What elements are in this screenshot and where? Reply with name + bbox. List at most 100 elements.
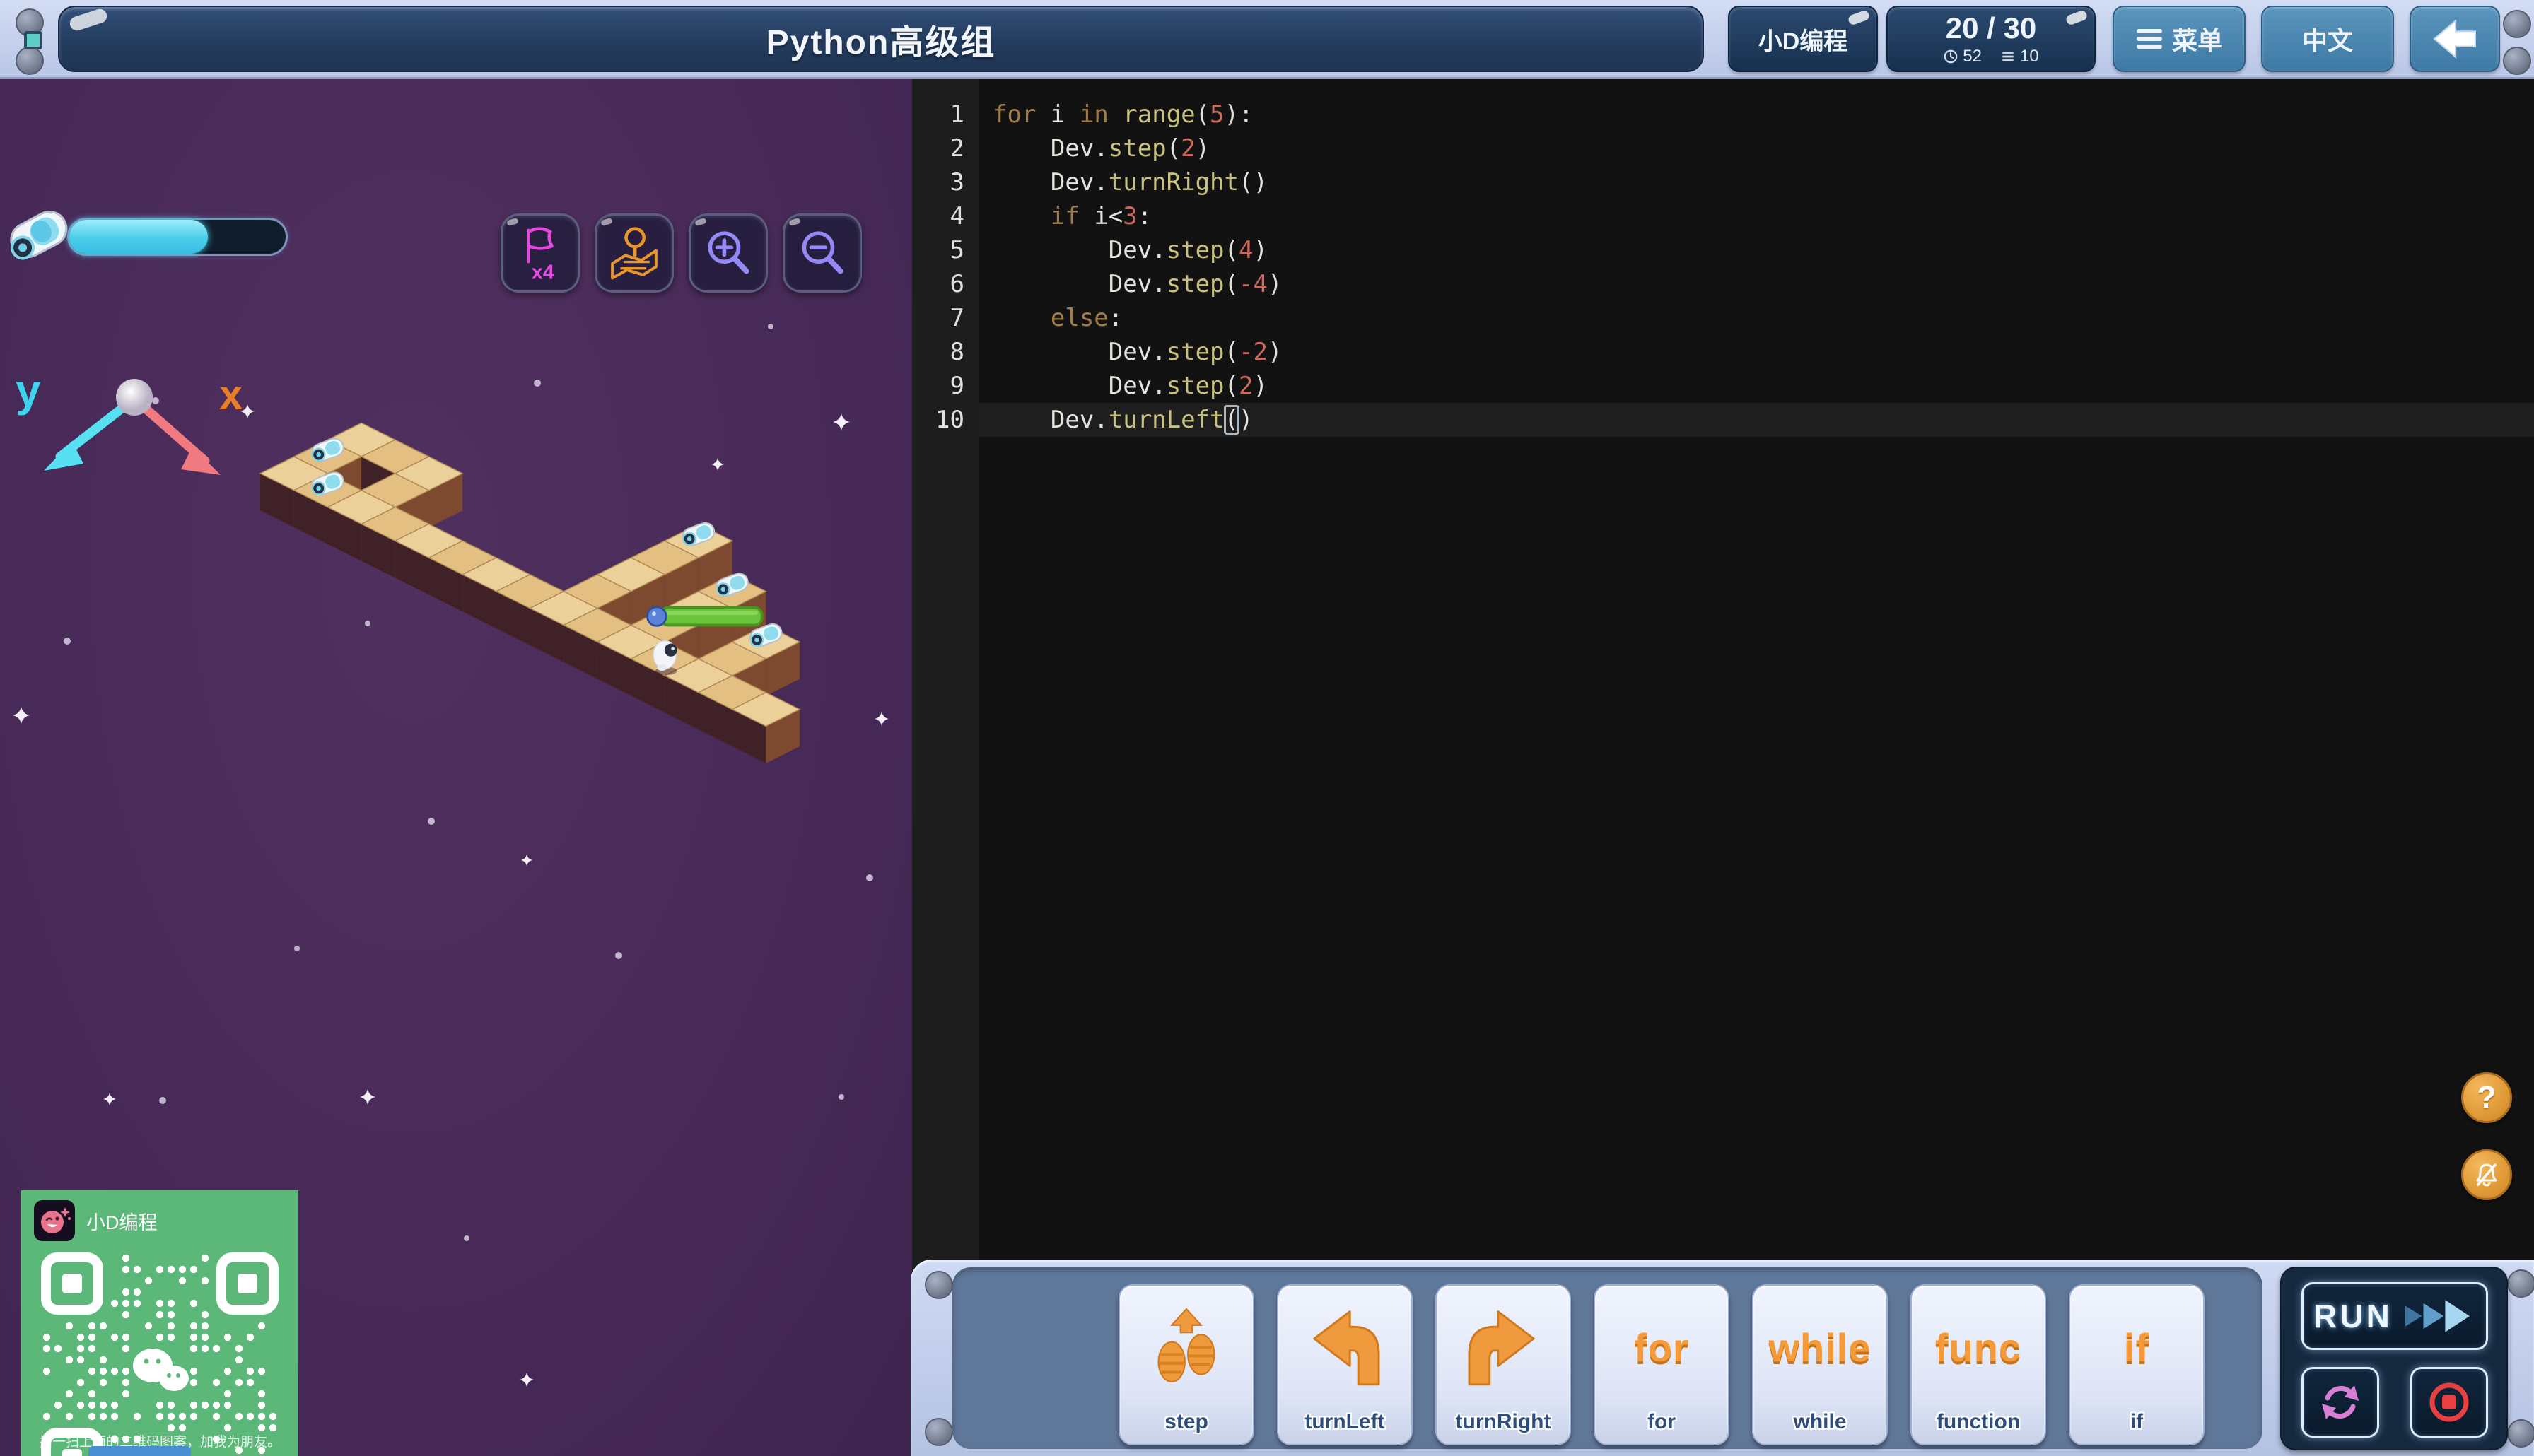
- run-button[interactable]: RUN: [2301, 1282, 2488, 1350]
- run-label: RUN: [2313, 1298, 2393, 1334]
- block-label: while: [1793, 1410, 1847, 1433]
- keyword-icon: if: [2124, 1291, 2149, 1403]
- code-line[interactable]: else:: [979, 301, 2534, 335]
- player-avatar-icon: [10, 211, 68, 260]
- speed-flag-icon: x4: [527, 227, 554, 282]
- turn-right-icon: [1468, 1310, 1535, 1386]
- code-line[interactable]: Dev.step(-2): [979, 335, 2534, 369]
- app-logo-icon: [34, 1200, 75, 1241]
- language-button[interactable]: 中文: [2261, 6, 2394, 72]
- code-line[interactable]: Dev.step(2): [979, 131, 2534, 165]
- stop-button[interactable]: [2410, 1367, 2488, 1438]
- blocks-row: step turnLeft turnRight for for while while f…: [1119, 1284, 2205, 1445]
- reset-button[interactable]: [2301, 1367, 2379, 1438]
- step-icon: [1157, 1308, 1215, 1382]
- star-decoration: [360, 1089, 375, 1105]
- y-axis-label: y: [16, 365, 41, 416]
- line-number: 2: [950, 134, 964, 163]
- code-line[interactable]: Dev.turnRight(): [979, 165, 2534, 199]
- turn-right-wrap: [1461, 1291, 1546, 1403]
- glint-decoration: [1847, 9, 1871, 26]
- fast-forward-icon: [2405, 1300, 2470, 1332]
- line-number: 9: [950, 372, 964, 400]
- map-pin-icon: [611, 227, 658, 280]
- score-button[interactable]: 20 / 30 52 10: [1886, 6, 2096, 72]
- star-decoration: [103, 1093, 116, 1105]
- back-button[interactable]: [2410, 6, 2500, 72]
- star-decoration: [521, 855, 532, 866]
- line-number: 3: [950, 168, 964, 196]
- code-line[interactable]: Dev.turnLeft(): [979, 403, 2534, 437]
- back-arrow-icon: [2433, 18, 2476, 59]
- block-tray: step turnLeft turnRight for for while while f…: [952, 1267, 2316, 1449]
- block-label: function: [1936, 1410, 2021, 1433]
- screw-icon: [16, 47, 44, 75]
- star-decoration: [866, 874, 873, 881]
- brand-button[interactable]: 小D编程: [1728, 6, 1878, 72]
- block-label: if: [2130, 1410, 2144, 1433]
- screw-icon: [2503, 47, 2531, 75]
- hint-mute-button[interactable]: [2461, 1149, 2512, 1200]
- block-turnRight[interactable]: turnRight: [1435, 1284, 1571, 1445]
- code-editor[interactable]: 1 2 3 4 5 6 7 8 9 10 for i in range(5): Dev.step(…: [912, 79, 2534, 1456]
- block-label: turnRight: [1455, 1410, 1551, 1433]
- indicator-chip: [24, 31, 42, 49]
- block-step[interactable]: step: [1119, 1284, 1254, 1445]
- score-value: 20 / 30: [1945, 11, 2037, 45]
- qr-code: [41, 1252, 279, 1456]
- block-function[interactable]: func function: [1910, 1284, 2046, 1445]
- code-area[interactable]: for i in range(5): Dev.step(2) Dev.turnR…: [979, 79, 2534, 1456]
- hamburger-icon: [2136, 29, 2162, 49]
- qr-app-name: 小D编程: [86, 1211, 158, 1233]
- code-line[interactable]: Dev.step(-4): [979, 267, 2534, 301]
- keyword-icon: func: [1935, 1291, 2021, 1403]
- speed-x4-button[interactable]: x4: [501, 213, 580, 293]
- game-scene-panel: x4 y x 小D编程 扫一扫上面的二维码图案，加我为朋友。: [0, 79, 912, 1456]
- line-number: 6: [950, 270, 964, 298]
- star-decoration: [534, 380, 541, 387]
- bell-slash-icon: [2476, 1163, 2497, 1187]
- question-mark: ?: [2477, 1080, 2497, 1115]
- line-number: 10: [935, 406, 964, 434]
- turn-left-wrap: [1302, 1291, 1387, 1403]
- zoom-in-button[interactable]: [689, 213, 768, 293]
- stop-icon: [2429, 1382, 2469, 1422]
- glint-decoration: [68, 7, 109, 33]
- clock-icon: [1944, 49, 1958, 64]
- code-line[interactable]: for i in range(5):: [979, 98, 2534, 131]
- brand-label: 小D编程: [1758, 28, 1848, 55]
- star-decoration: [615, 952, 622, 959]
- level-progress-bar: [67, 218, 288, 256]
- bottom-hint-bar[interactable]: [88, 1446, 191, 1456]
- minimap-button[interactable]: [595, 213, 674, 293]
- code-line[interactable]: Dev.step(2): [979, 369, 2534, 403]
- turn-left-icon: [1313, 1310, 1380, 1386]
- help-button[interactable]: ?: [2461, 1072, 2512, 1123]
- star-decoration: [839, 1094, 844, 1100]
- block-word: func: [1934, 1325, 2022, 1370]
- isometric-board[interactable]: [233, 411, 813, 779]
- time-stat: 52: [1943, 47, 1982, 66]
- code-line[interactable]: if i<3:: [979, 199, 2534, 233]
- block-if[interactable]: if if: [2069, 1284, 2205, 1445]
- run-controls-panel: RUN: [2280, 1267, 2508, 1450]
- menu-button[interactable]: 菜单: [2113, 6, 2246, 72]
- zoom-out-icon: [802, 231, 843, 274]
- screw-icon: [925, 1271, 953, 1299]
- code-line[interactable]: Dev.step(4): [979, 233, 2534, 267]
- step-wrap: [1150, 1291, 1223, 1403]
- block-while[interactable]: while while: [1752, 1284, 1888, 1445]
- block-turnLeft[interactable]: turnLeft: [1277, 1284, 1413, 1445]
- svg-text:x4: x4: [532, 262, 554, 282]
- star-decoration: [833, 413, 850, 430]
- progress-fill: [69, 220, 208, 254]
- block-for[interactable]: for for: [1594, 1284, 1729, 1445]
- level-title-plate: Python高级组: [58, 6, 1704, 72]
- screw-icon: [2507, 1269, 2534, 1298]
- menu-label: 菜单: [2171, 26, 2223, 55]
- block-toolbar: step turnLeft turnRight for for while while f…: [911, 1260, 2534, 1456]
- line-number: 5: [950, 236, 964, 264]
- line-number: 4: [950, 202, 964, 230]
- line-number: 8: [950, 338, 964, 366]
- zoom-out-button[interactable]: [783, 213, 862, 293]
